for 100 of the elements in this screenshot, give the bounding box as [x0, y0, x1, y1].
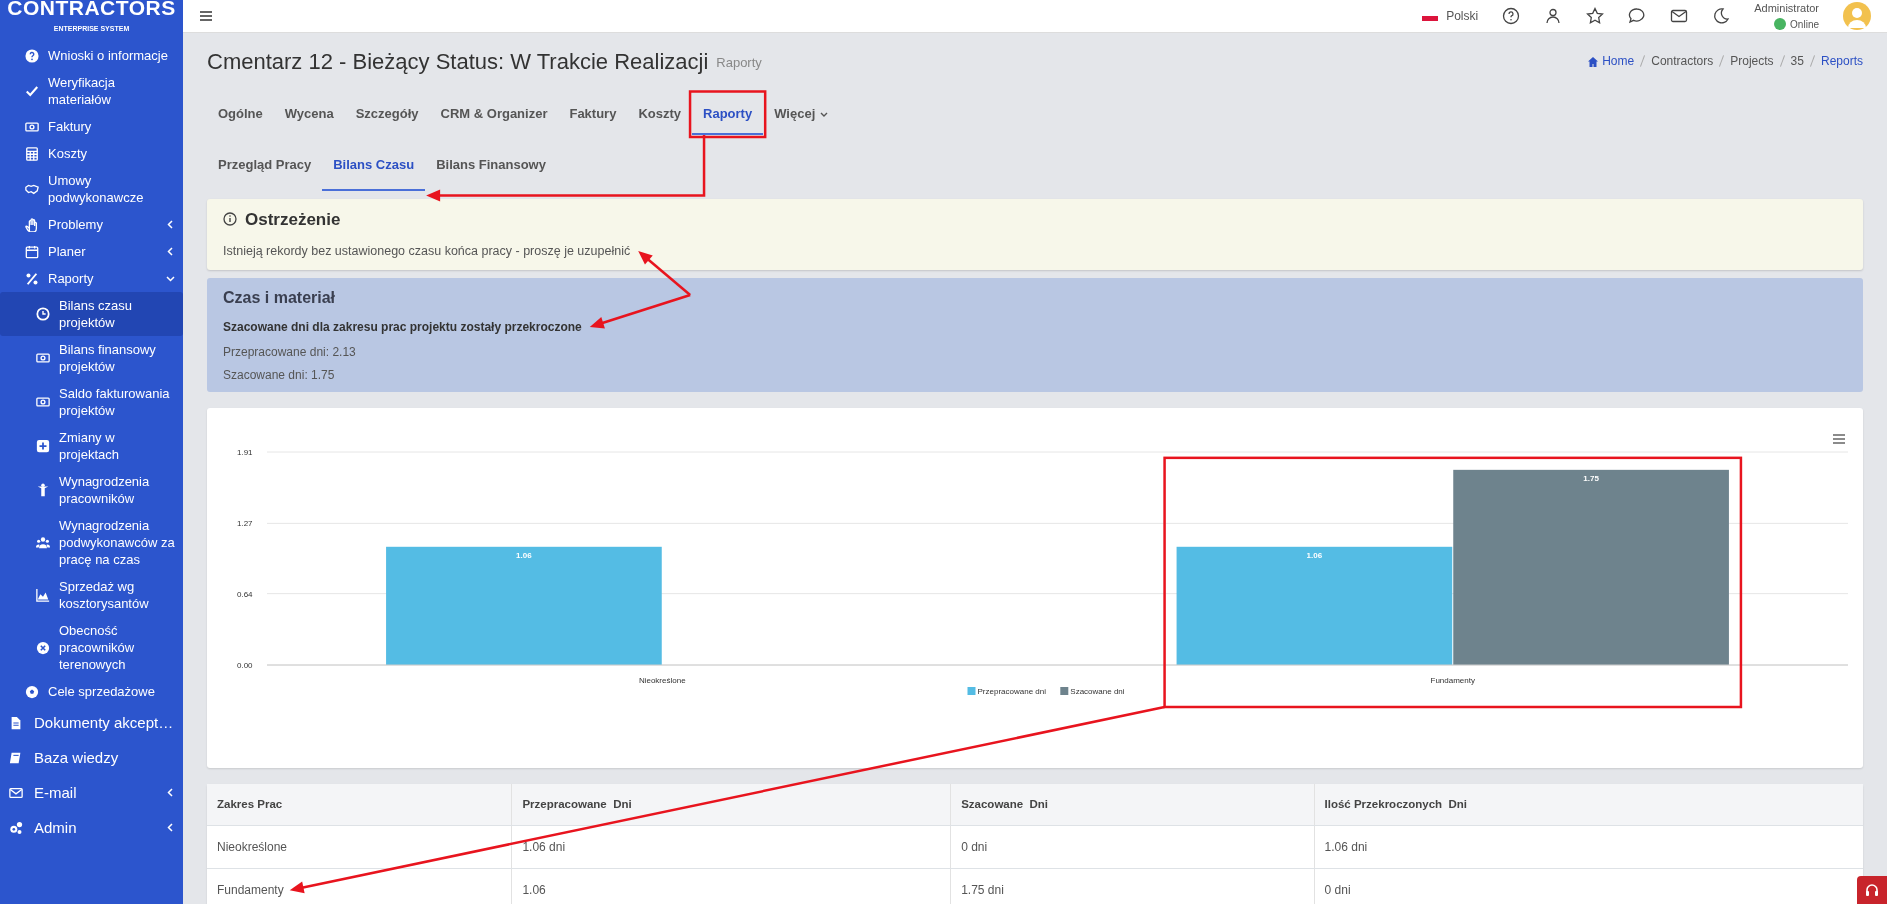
help-icon[interactable]: [1502, 6, 1521, 25]
breadcrumb-item: Projects: [1730, 53, 1774, 70]
chevron-left-icon: [166, 788, 175, 797]
user-icon[interactable]: [1544, 6, 1563, 25]
x-circle-icon: [36, 640, 50, 655]
breadcrumb-link[interactable]: Reports: [1820, 52, 1863, 70]
sidebar-item[interactable]: Wynagrodzenia pracowników: [0, 468, 183, 512]
sidebar-item[interactable]: Sprzedaż wg kosztorysantów: [0, 573, 183, 617]
breadcrumb-link[interactable]: Home: [1587, 52, 1635, 70]
table-cell: Nieokreślone: [217, 840, 288, 855]
page-title: Cmentarz 12 - Bieżący Status: W Trakcie Realizacji: [207, 47, 709, 76]
banknote-icon: [36, 351, 50, 365]
chevron-left-icon: [166, 247, 175, 256]
question-circle-icon: [25, 48, 39, 63]
tab[interactable]: Więcej: [763, 93, 840, 135]
sidebar-item[interactable]: Umowy podwykonawcze: [0, 167, 183, 211]
sidebar-item[interactable]: Bilans finansowy projektów: [0, 336, 183, 380]
tab[interactable]: Wycena: [273, 93, 345, 135]
sidebar-item[interactable]: Obecność pracowników terenowych: [0, 617, 183, 678]
document-icon: [9, 715, 23, 730]
category-label: Fundamenty: [1430, 676, 1475, 685]
table-cell: Fundamenty: [217, 883, 284, 898]
summary-line: Przepracowane dni: 2.13: [223, 344, 357, 361]
headset-icon: [1864, 882, 1880, 898]
banknote-icon: [36, 395, 50, 409]
soccer-ball-icon: [25, 684, 39, 699]
category-label: Nieokreślone: [638, 676, 686, 685]
hand-icon: [25, 217, 39, 232]
sidebar-item[interactable]: Baza wiedzy: [0, 740, 183, 775]
sidebar-item[interactable]: Weryfikacja materiałów: [0, 69, 183, 113]
home-icon: [1587, 55, 1600, 68]
book-icon: [9, 750, 23, 765]
tab[interactable]: Szczegóły: [344, 93, 430, 135]
sidebar-item[interactable]: Problemy: [0, 211, 183, 238]
axis-tick-label: 0.64: [237, 589, 253, 599]
warning-title: Ostrzeżenie: [245, 208, 341, 231]
axis-tick-label: 1.91: [237, 448, 253, 457]
column-header: Przepracowane Dni: [511, 784, 951, 826]
summary-line: Szacowane dni: 1.75: [223, 367, 336, 384]
sidebar-item[interactable]: Bilans czasu projektów: [0, 292, 183, 336]
legend-item[interactable]: Szacowane dni: [1060, 687, 1125, 696]
sidebar-item[interactable]: Dokumenty akcept…: [0, 705, 183, 740]
logo-text: CONTRACTORS: [7, 0, 176, 18]
axis-tick-label: 0.00: [237, 661, 253, 670]
tab[interactable]: CRM & Organizer: [429, 93, 559, 135]
sidebar-item[interactable]: Wnioski o informacje: [0, 42, 183, 69]
calendar-icon: [25, 244, 39, 259]
table-cell: 1.06: [522, 883, 546, 898]
tab[interactable]: Faktury: [558, 93, 628, 135]
table-cell: 1.06 dni: [522, 840, 566, 855]
data-label: 1.06: [516, 550, 532, 560]
chevron-left-icon: [166, 220, 175, 229]
tab[interactable]: Koszty: [627, 93, 693, 135]
banknote-icon: [25, 119, 39, 134]
users-icon: [36, 535, 50, 550]
sidebar-item[interactable]: Planer: [0, 238, 183, 265]
language-selector[interactable]: Polski: [1446, 6, 1479, 25]
sidebar-item[interactable]: Wynagrodzenia podwykonawców za pracę na czas: [0, 512, 183, 573]
chart-menu-icon[interactable]: [1833, 434, 1845, 444]
chat-icon[interactable]: [1628, 6, 1647, 25]
tab[interactable]: Przegląd Pracy: [207, 143, 323, 191]
data-label: 1.06: [1306, 550, 1323, 560]
column-header: Zakres Prac: [207, 784, 512, 826]
plus-square-icon: [36, 439, 50, 453]
summary-warning-text: Szacowane dni dla zakresu prac projektu zostały przekroczone: [223, 320, 582, 334]
tab[interactable]: Ogólne: [207, 93, 274, 135]
calculator-icon: [25, 146, 39, 161]
moon-icon[interactable]: [1712, 6, 1731, 25]
checkmark-icon: [25, 84, 39, 98]
breadcrumb-item: 35: [1790, 53, 1804, 70]
page-subtitle: Raporty: [716, 54, 762, 73]
legend-item[interactable]: Przepracowane dni: [967, 687, 1046, 696]
data-label: 1.75: [1583, 473, 1599, 483]
gears-icon: [9, 820, 23, 835]
legend-label: Szacowane dni: [1070, 687, 1125, 696]
star-icon[interactable]: [1586, 6, 1605, 25]
chevron-down-icon: [166, 274, 175, 283]
column-header: Szacowane Dni: [950, 784, 1315, 826]
sidebar-item[interactable]: Zmiany w projektach: [0, 424, 183, 468]
table-cell: 1.06 dni: [1324, 840, 1368, 855]
table-cell: 1.75 dni: [961, 883, 1004, 898]
sidebar-item[interactable]: Saldo fakturowania projektów: [0, 380, 183, 424]
sidebar-item[interactable]: Admin: [0, 810, 183, 845]
tab[interactable]: Bilans Czasu: [322, 143, 426, 191]
tab[interactable]: Bilans Finansowy: [425, 143, 557, 191]
envelope-icon: [9, 785, 23, 800]
status-text: Online: [1790, 17, 1819, 32]
table-cell: 0 dni: [961, 840, 988, 855]
chevron-down-icon: [820, 110, 829, 119]
chevron-left-icon: [166, 823, 175, 832]
breadcrumb-item: Contractors: [1651, 53, 1714, 70]
sidebar-item[interactable]: Raporty: [0, 265, 183, 292]
menu-icon[interactable]: [199, 8, 213, 23]
sidebar-item[interactable]: E-mail: [0, 775, 183, 810]
sidebar-item[interactable]: Koszty: [0, 140, 183, 167]
user-name: Administrator: [1754, 1, 1819, 16]
sidebar-item[interactable]: Faktury: [0, 113, 183, 140]
support-button[interactable]: [1857, 876, 1887, 904]
sidebar-item[interactable]: Cele sprzedażowe: [0, 678, 183, 705]
handshake-icon: [25, 182, 39, 196]
